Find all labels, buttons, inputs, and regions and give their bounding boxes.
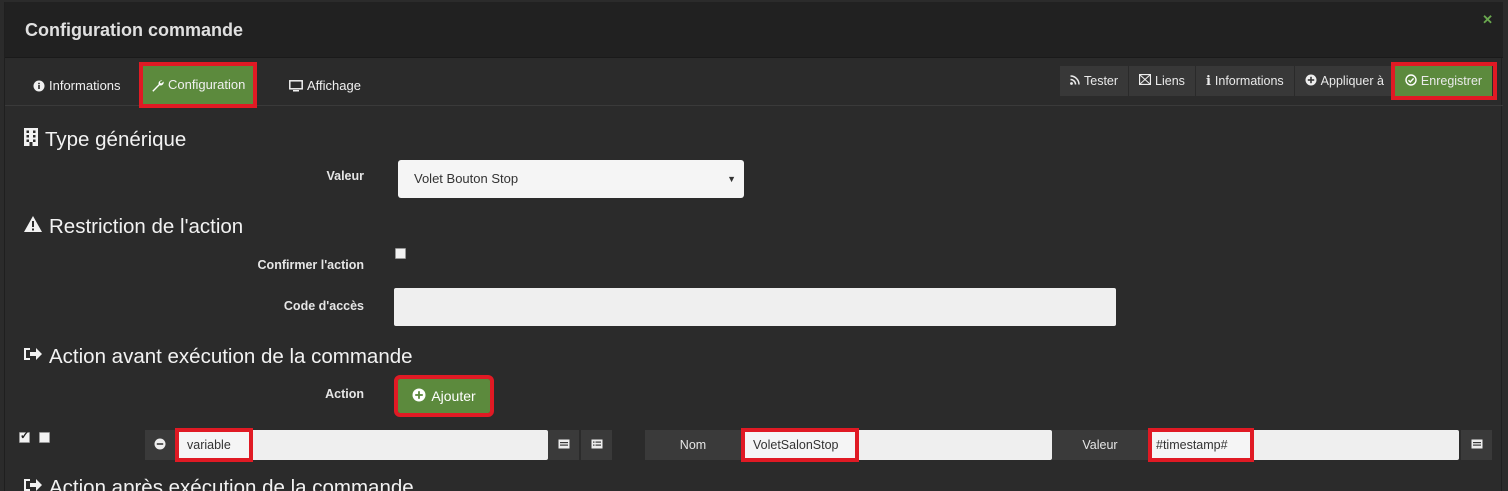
nom-addon: Nom [645,430,741,460]
sign-out-icon [23,345,43,369]
wrench-icon [151,79,164,92]
valeur-label: Valeur [326,169,364,183]
section-generic-type: Type générique [23,127,186,153]
tab-affichage[interactable]: Affichage [281,70,369,102]
plus-circle-icon [412,388,426,405]
valeur-list-button[interactable] [1461,430,1492,460]
warning-icon [23,215,43,239]
modal-header: Configuration commande ✕ [5,2,1503,58]
list-alt-icon [1471,438,1483,452]
caret-down-icon: ▼ [727,174,736,184]
toolbar: Tester Liens i Informations Appliquer à … [1060,62,1498,100]
code-label: Code d'accès [283,299,364,313]
plus-circle-icon [1305,74,1317,89]
valeur-value: #timestamp# [1148,428,1254,462]
section-action-after: Action après exécution de la commande [23,476,414,491]
check-circle-icon [1405,73,1417,89]
info-icon: i [1205,73,1211,89]
confirm-label: Confirmer l'action [257,258,364,272]
list-icon [591,438,603,452]
tab-configuration[interactable]: Configuration [138,62,258,108]
command-value: variable [175,428,253,462]
tab-informations[interactable]: Informations [25,70,129,102]
informations-label: Informations [1214,74,1284,88]
sitemap-icon [1138,73,1152,88]
section-title-text: Restriction de l'action [49,215,244,238]
enregistrer-label: Enregistrer [1420,74,1483,88]
monitor-icon [289,80,303,92]
liens-label: Liens [1155,74,1185,88]
command-config-modal: Configuration commande ✕ Informations Co… [4,2,1503,491]
rss-icon [1070,74,1080,88]
tab-label: Informations [49,78,121,93]
access-code-input[interactable] [394,288,1116,326]
confirm-checkbox[interactable] [395,248,406,259]
sign-out-icon [23,476,43,491]
valeur-addon: Valeur [1052,430,1148,460]
modal-title: Configuration commande [25,20,244,40]
section-restriction: Restriction de l'action [23,215,243,239]
close-icon[interactable]: ✕ [1482,12,1493,28]
action-label: Action [325,387,364,401]
add-action-button[interactable]: Ajouter [394,375,494,417]
list-alt-icon [558,438,570,452]
minus-circle-icon [154,438,166,453]
section-title-text: Action après exécution de la commande [49,476,414,491]
action-enabled-checkbox[interactable] [19,429,30,443]
tab-label: Affichage [307,78,361,93]
enregistrer-button[interactable]: Enregistrer [1390,62,1498,100]
list-button[interactable] [581,430,612,460]
nom-value: VoletSalonStop [741,428,859,462]
appliquer-label: Appliquer à [1320,74,1384,88]
info-circle-icon [33,80,45,92]
tab-label: Configuration [168,77,246,92]
building-icon [23,127,39,153]
generic-type-select[interactable]: Volet Bouton Stop ▼ [398,160,744,198]
tester-label: Tester [1084,74,1119,88]
section-title-text: Type générique [45,128,187,151]
tester-button[interactable]: Tester [1060,66,1130,96]
add-action-label: Ajouter [431,388,476,404]
liens-button[interactable]: Liens [1129,66,1196,96]
remove-action-button[interactable] [145,430,175,460]
section-title-text: Action avant exécution de la commande [49,345,413,368]
informations-button[interactable]: i Informations [1195,66,1295,96]
appliquer-button[interactable]: Appliquer à [1294,66,1395,96]
select-value: Volet Bouton Stop [414,171,519,186]
action-parallel-checkbox[interactable] [39,432,50,443]
list-alt-button[interactable] [548,430,579,460]
section-action-before: Action avant exécution de la commande [23,345,413,369]
